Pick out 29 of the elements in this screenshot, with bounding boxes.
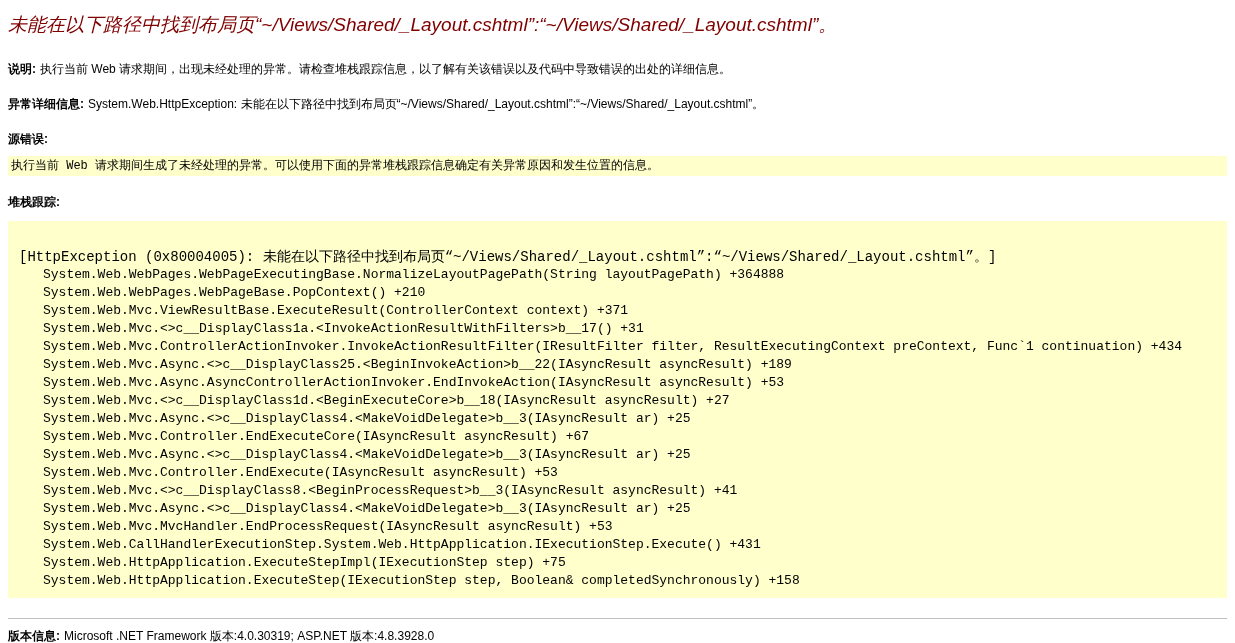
source-error-box: 执行当前 Web 请求期间生成了未经处理的异常。可以使用下面的异常堆栈跟踪信息确定有关异常原因和发生位置的信息。 [8,156,1227,176]
stack-frame: System.Web.HttpApplication.ExecuteStep(IExecutionStep step, Boolean& completedSynchronously) +158 [19,572,800,590]
stack-frame: System.Web.WebPages.WebPageBase.PopContext() +210 [19,284,426,302]
stack-frame: System.Web.Mvc.Controller.EndExecuteCore(IAsyncResult asyncResult) +67 [19,428,590,446]
version-info-text: Microsoft .NET Framework 版本:4.0.30319; ASP.NET 版本:4.8.3928.0 [64,628,435,643]
stack-trace-label: 堆栈跟踪: [8,194,61,211]
stack-frame: System.Web.Mvc.Async.<>c__DisplayClass4.<MakeVoidDelegate>b__3(IAsyncResult ar) +25 [19,410,691,428]
stack-frame: System.Web.Mvc.Async.<>c__DisplayClass4.<MakeVoidDelegate>b__3(IAsyncResult ar) +25 [19,500,691,518]
exception-details-label: 异常详细信息: [8,96,84,113]
stack-frame: System.Web.Mvc.Controller.EndExecute(IAsyncResult asyncResult) +53 [19,464,558,482]
stack-frame: System.Web.HttpApplication.ExecuteStepImpl(IExecutionStep step) +75 [19,554,566,572]
stack-trace-header: [HttpException (0x80004005): 未能在以下路径中找到布局页“~/Views/Shared/_Layout.cshtml”:“~/Views/Shared/_Layout.cshtml”。] [19,248,998,266]
stack-frame: System.Web.Mvc.<>c__DisplayClass1d.<BeginExecuteCore>b__18(IAsyncResult asyncResult) +27 [19,392,730,410]
description-text: 执行当前 Web 请求期间，出现未经处理的异常。请检查堆栈跟踪信息，以了解有关该错误以及代码中导致错误的出处的详细信息。 [40,61,732,78]
stack-frame: System.Web.Mvc.Async.<>c__DisplayClass4.<MakeVoidDelegate>b__3(IAsyncResult ar) +25 [19,446,691,464]
stack-frame: System.Web.Mvc.MvcHandler.EndProcessRequest(IAsyncResult asyncResult) +53 [19,518,613,536]
stack-frame: System.Web.Mvc.<>c__DisplayClass8.<BeginProcessRequest>b__3(IAsyncResult asyncResult) +41 [19,482,738,500]
stack-frame: System.Web.CallHandlerExecutionStep.System.Web.HttpApplication.IExecutionStep.Execute() +431 [19,536,761,554]
source-error-label: 源错误: [8,131,49,148]
stack-frame: System.Web.Mvc.Async.<>c__DisplayClass25.<BeginInvokeAction>b__22(IAsyncResult asyncResult) +189 [19,356,792,374]
error-title: 未能在以下路径中找到布局页“~/Views/Shared/_Layout.cshtml”:“~/Views/Shared/_Layout.cshtml”。 [8,13,839,37]
stack-frame: System.Web.Mvc.ControllerActionInvoker.InvokeActionResultFilter(IResultFilter filter, ResultExecutingContext preContext, Func`1 continuation) +434 [19,338,1182,356]
exception-details-text: System.Web.HttpException: 未能在以下路径中找到布局页“~/Views/Shared/_Layout.cshtml”:“~/Views/Shared/_Layout.cshtml”。 [88,96,765,113]
stack-frame: System.Web.Mvc.Async.AsyncControllerActionInvoker.EndInvokeAction(IAsyncResult asyncResult) +53 [19,374,785,392]
version-info-label: 版本信息: [8,628,60,643]
description-label: 说明: [8,61,36,78]
stack-frame: System.Web.Mvc.<>c__DisplayClass1a.<InvokeActionResultWithFilters>b__17() +31 [19,320,644,338]
stack-frame: System.Web.WebPages.WebPageExecutingBase.NormalizeLayoutPagePath(String layoutPagePath) +364888 [19,266,785,284]
stack-frame: System.Web.Mvc.ViewResultBase.ExecuteResult(ControllerContext context) +371 [19,302,629,320]
